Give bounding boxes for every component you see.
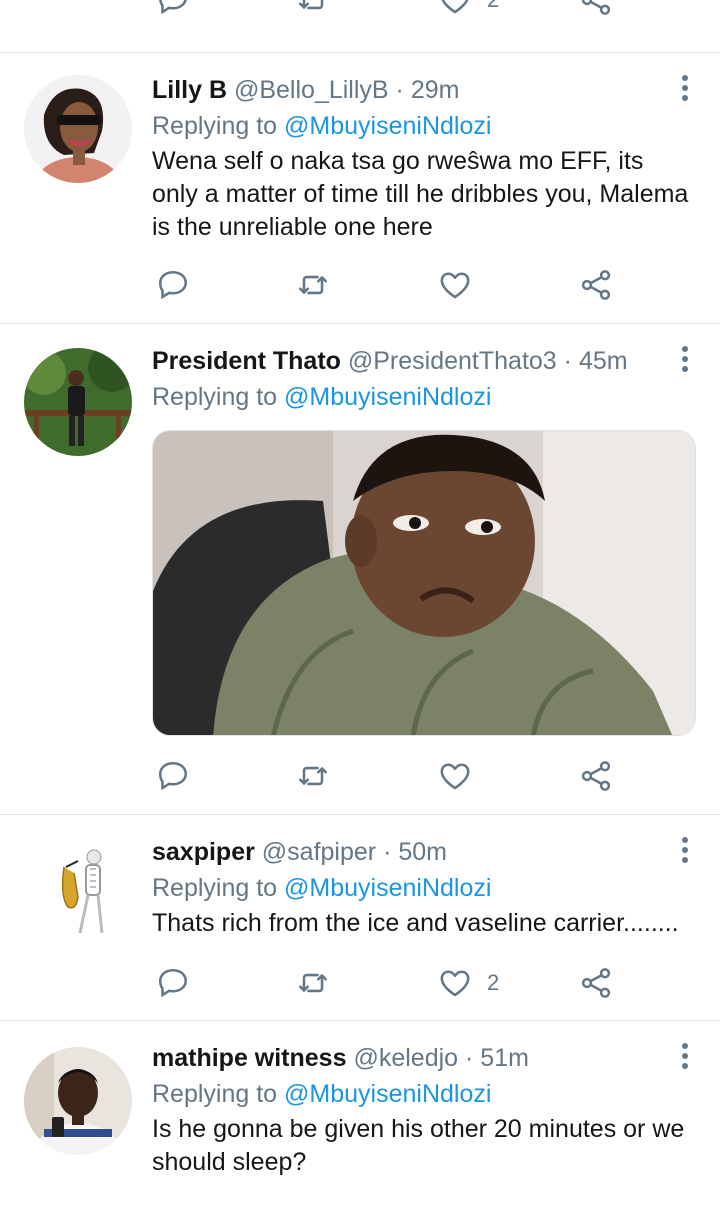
avatar[interactable] xyxy=(24,837,132,945)
retweet-icon xyxy=(298,766,328,786)
replying-to-line: Replying to @MbuyiseniNdlozi xyxy=(152,1077,696,1111)
tweet[interactable]: President Thato @PresidentThato3 · 45m R… xyxy=(0,323,720,814)
share-icon xyxy=(581,968,611,998)
reply-button[interactable] xyxy=(155,756,191,796)
heart-icon xyxy=(440,763,470,790)
tweet[interactable]: mathipe witness @keledjo · 51m Replying … xyxy=(0,1020,720,1205)
share-icon xyxy=(581,761,611,791)
retweet-icon xyxy=(298,973,328,993)
share-button[interactable] xyxy=(578,0,614,20)
share-button[interactable] xyxy=(578,756,614,796)
like-button[interactable]: 2 xyxy=(437,0,499,20)
mention-link[interactable]: @MbuyiseniNdlozi xyxy=(284,383,491,411)
heart-icon xyxy=(440,970,470,997)
user-handle[interactable]: @keledjo xyxy=(353,1044,458,1072)
timestamp[interactable]: 29m xyxy=(411,76,460,104)
retweet-button[interactable] xyxy=(295,963,331,1003)
retweet-icon xyxy=(298,275,328,295)
previous-tweet-actions: 2 xyxy=(0,0,720,52)
more-options-icon[interactable] xyxy=(680,837,690,865)
like-count: 2 xyxy=(487,970,500,995)
share-button[interactable] xyxy=(578,265,614,305)
heart-icon xyxy=(441,0,469,14)
display-name[interactable]: President Thato xyxy=(152,347,341,375)
retweet-button[interactable] xyxy=(295,0,331,20)
heart-icon xyxy=(440,272,470,299)
reply-icon xyxy=(159,0,187,15)
share-icon xyxy=(581,0,611,15)
timestamp[interactable]: 45m xyxy=(579,347,628,375)
avatar[interactable] xyxy=(24,1047,132,1155)
replying-prefix: Replying to xyxy=(152,1080,278,1108)
timestamp[interactable]: 51m xyxy=(480,1044,529,1072)
like-count: 2 xyxy=(487,0,499,13)
like-button[interactable] xyxy=(437,756,487,796)
display-name[interactable]: saxpiper xyxy=(152,838,255,866)
timestamp[interactable]: 50m xyxy=(398,838,447,866)
reply-button[interactable] xyxy=(155,963,191,1003)
replying-prefix: Replying to xyxy=(152,112,278,140)
reply-icon xyxy=(158,270,188,300)
tweet[interactable]: Lilly B @Bello_LillyB · 29m Replying to … xyxy=(0,52,720,323)
retweet-button[interactable] xyxy=(295,265,331,305)
user-handle[interactable]: @safpiper xyxy=(262,838,376,866)
replying-to-line: Replying to @MbuyiseniNdlozi xyxy=(152,380,696,414)
tweet[interactable]: saxpiper @safpiper · 50m Replying to @Mb… xyxy=(0,814,720,1020)
separator-dot: · xyxy=(395,76,404,104)
user-handle[interactable]: @PresidentThato3 xyxy=(348,347,557,375)
tweet-media-image[interactable] xyxy=(152,430,696,736)
mention-link[interactable]: @MbuyiseniNdlozi xyxy=(284,874,491,902)
reply-icon xyxy=(158,968,188,998)
tweet-text: Wena self o naka tsa go rweŝwa mo EFF, i… xyxy=(152,147,689,241)
reply-button[interactable] xyxy=(155,0,191,20)
share-icon xyxy=(581,270,611,300)
more-options-icon[interactable] xyxy=(680,346,690,374)
user-handle[interactable]: @Bello_LillyB xyxy=(234,76,389,104)
replying-to-line: Replying to @MbuyiseniNdlozi xyxy=(152,109,696,143)
avatar[interactable] xyxy=(24,75,132,183)
tweet-text: Is he gonna be given his other 20 minute… xyxy=(152,1115,685,1176)
avatar[interactable] xyxy=(24,348,132,456)
mention-link[interactable]: @MbuyiseniNdlozi xyxy=(284,1080,491,1108)
reply-icon xyxy=(158,761,188,791)
replying-to-line: Replying to @MbuyiseniNdlozi xyxy=(152,871,696,905)
share-button[interactable] xyxy=(578,963,614,1003)
mention-link[interactable]: @MbuyiseniNdlozi xyxy=(284,112,491,140)
display-name[interactable]: mathipe witness xyxy=(152,1044,347,1072)
replying-prefix: Replying to xyxy=(152,874,278,902)
like-button[interactable]: 2 xyxy=(437,963,499,1003)
retweet-icon xyxy=(298,0,324,10)
more-options-icon[interactable] xyxy=(680,75,690,103)
replying-prefix: Replying to xyxy=(152,383,278,411)
separator-dot: · xyxy=(383,838,392,866)
separator-dot: · xyxy=(563,347,572,375)
like-button[interactable] xyxy=(437,265,487,305)
reply-button[interactable] xyxy=(155,265,191,305)
retweet-button[interactable] xyxy=(295,756,331,796)
display-name[interactable]: Lilly B xyxy=(152,76,227,104)
separator-dot: · xyxy=(465,1044,474,1072)
more-options-icon[interactable] xyxy=(680,1043,690,1071)
tweet-text: Thats rich from the ice and vaseline car… xyxy=(152,909,679,937)
